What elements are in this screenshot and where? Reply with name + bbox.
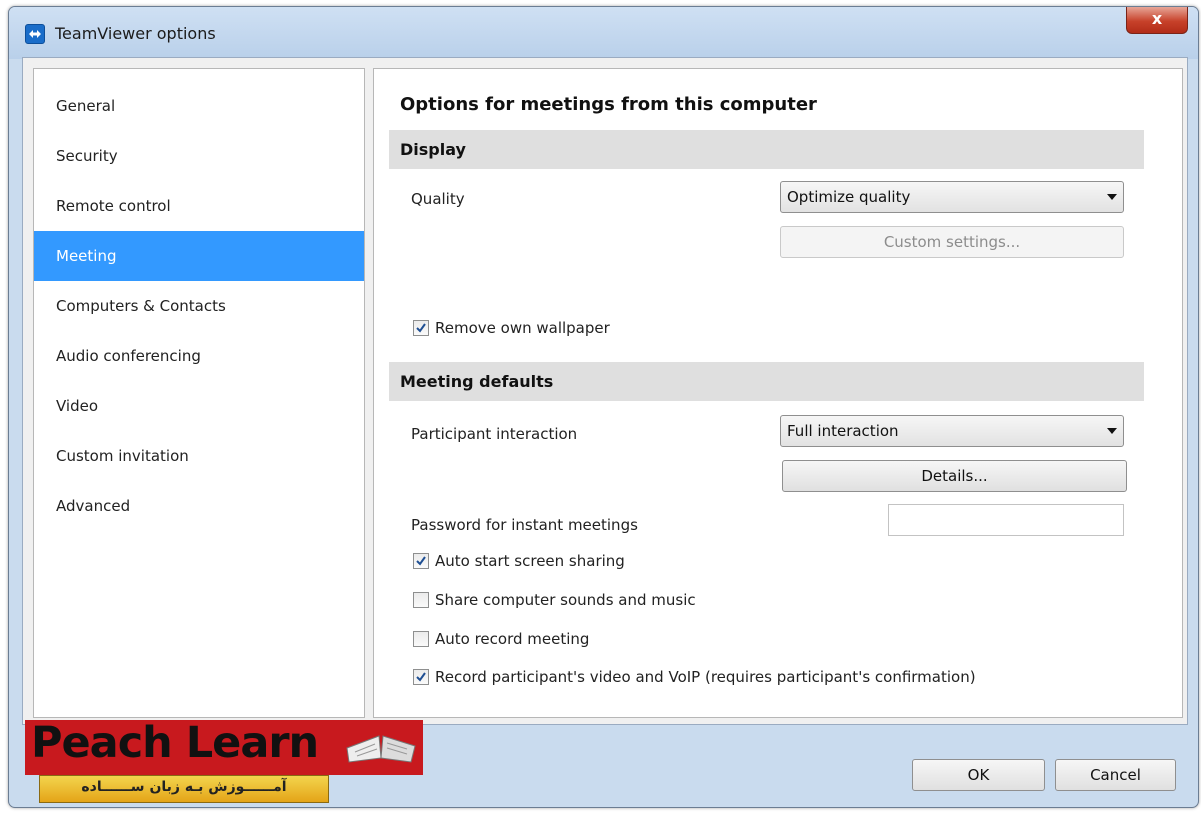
options-window: TeamViewer options x General Security Re… (8, 6, 1199, 808)
ok-button[interactable]: OK (912, 759, 1045, 791)
client-area: General Security Remote control Meeting … (22, 57, 1188, 725)
watermark-tagline: آمــــــوزش بـه زبان ســــــاده (81, 779, 287, 795)
watermark-red-band: Peach Learn (25, 718, 423, 775)
teamviewer-app-icon (25, 24, 45, 44)
checkbox-label: Remove own wallpaper (435, 319, 610, 337)
checkbox-box[interactable] (413, 320, 429, 336)
title-bar[interactable]: TeamViewer options x (9, 7, 1198, 59)
checkbox-label: Share computer sounds and music (435, 591, 696, 609)
custom-settings-button[interactable]: Custom settings... (780, 226, 1124, 258)
sidebar-item-advanced[interactable]: Advanced (34, 481, 364, 531)
display-section-header: Display (389, 130, 1144, 169)
close-icon: x (1151, 9, 1163, 28)
password-label: Password for instant meetings (411, 516, 638, 534)
watermark-tagline-band: آمــــــوزش بـه زبان ســــــاده (39, 775, 329, 803)
close-button[interactable]: x (1126, 7, 1188, 34)
checkbox-label: Auto start screen sharing (435, 552, 625, 570)
sidebar-item-remote-control[interactable]: Remote control (34, 181, 364, 231)
checkbox-label: Auto record meeting (435, 630, 590, 648)
chevron-down-icon (1107, 194, 1117, 200)
checkbox-label: Record participant's video and VoIP (req… (435, 668, 976, 686)
open-book-icon (346, 735, 416, 763)
sidebar-item-general[interactable]: General (34, 81, 364, 131)
quality-selected-value: Optimize quality (787, 188, 911, 206)
peach-learn-watermark: Peach Learn آمــــــوزش بـه زبان ســــــ… (25, 718, 423, 804)
sidebar-item-security[interactable]: Security (34, 131, 364, 181)
quality-label: Quality (411, 190, 465, 208)
checkbox-box[interactable] (413, 553, 429, 569)
sidebar-item-audio-conferencing[interactable]: Audio conferencing (34, 331, 364, 381)
category-list: General Security Remote control Meeting … (33, 68, 365, 718)
watermark-brand: Peach Learn (31, 718, 319, 768)
meeting-defaults-section-header: Meeting defaults (389, 362, 1144, 401)
sidebar-item-custom-invitation[interactable]: Custom invitation (34, 431, 364, 481)
cancel-button[interactable]: Cancel (1055, 759, 1176, 791)
page-title: Options for meetings from this computer (400, 94, 817, 115)
password-input[interactable] (888, 504, 1124, 536)
meeting-options-panel: Options for meetings from this computer … (373, 68, 1183, 718)
sidebar-item-computers-contacts[interactable]: Computers & Contacts (34, 281, 364, 331)
participant-interaction-dropdown[interactable]: Full interaction (780, 415, 1124, 447)
sidebar-item-video[interactable]: Video (34, 381, 364, 431)
details-button[interactable]: Details... (782, 460, 1127, 492)
checkbox-box[interactable] (413, 669, 429, 685)
chevron-down-icon (1107, 428, 1117, 434)
participant-interaction-label: Participant interaction (411, 425, 578, 443)
checkbox-box[interactable] (413, 631, 429, 647)
sidebar-item-meeting[interactable]: Meeting (34, 231, 364, 281)
window-title: TeamViewer options (55, 24, 216, 43)
checkbox-box[interactable] (413, 592, 429, 608)
participant-selected-value: Full interaction (787, 422, 899, 440)
quality-dropdown[interactable]: Optimize quality (780, 181, 1124, 213)
